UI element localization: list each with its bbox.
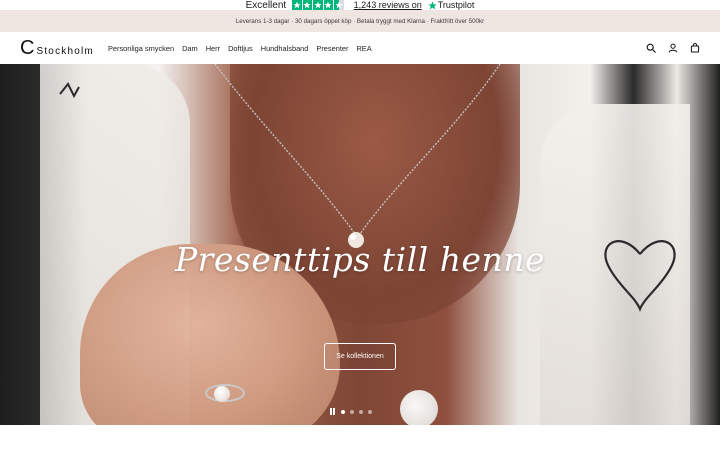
nav-item-herr[interactable]: Herr [206, 44, 220, 53]
slide-dot[interactable] [359, 409, 363, 414]
announcement-text: Leverans 1-3 dagar · 30 dagars öppet köp… [235, 17, 485, 25]
slide-dot[interactable] [350, 409, 354, 414]
star-icon [302, 0, 313, 10]
trustpilot-stars [292, 0, 344, 10]
logo-text: Stockholm [36, 46, 94, 57]
star-icon [313, 0, 323, 10]
site-logo[interactable]: C Stockholm [20, 38, 94, 58]
nav-item-personliga-smycken[interactable]: Personliga smycken [108, 44, 174, 53]
slide-dot[interactable] [341, 409, 345, 414]
trustpilot-rating-label: Excellent [245, 0, 287, 11]
hero-title: Presenttips till henne [174, 240, 546, 279]
pause-icon[interactable] [330, 408, 336, 415]
page-content-below [0, 425, 720, 450]
cart-icon[interactable] [690, 43, 700, 53]
site-header: C Stockholm Personliga smycken Dam Herr … [0, 32, 720, 64]
announcement-bar: Leverans 1-3 dagar · 30 dagars öppet köp… [0, 10, 720, 32]
nav-item-presenter[interactable]: Presenter [316, 44, 348, 53]
ring-pearl [214, 386, 230, 402]
star-icon [323, 0, 334, 10]
hero-banner[interactable]: Presenttips till henne Se kollektionen [0, 64, 720, 425]
trustpilot-reviews-link[interactable]: 1,243 reviews on [354, 0, 422, 10]
nav-item-dam[interactable]: Dam [182, 44, 198, 53]
trustpilot-star-icon [427, 0, 437, 9]
trustpilot-logo[interactable]: Trustpilot [427, 0, 475, 10]
main-nav: Personliga smycken Dam Herr Doftljus Hun… [108, 44, 372, 53]
account-icon[interactable] [668, 43, 678, 53]
shirt-button [400, 390, 438, 425]
nav-item-rea[interactable]: REA [356, 44, 371, 53]
half-star-icon [334, 0, 344, 10]
nav-item-hundhalsband[interactable]: Hundhalsband [261, 44, 309, 53]
header-icons [646, 43, 700, 53]
see-collection-button[interactable]: Se kollektionen [324, 343, 396, 370]
logo-mark: C [20, 37, 35, 59]
star-icon [292, 0, 302, 10]
trustpilot-bar[interactable]: Excellent 1,243 reviews on Trustpilot [0, 0, 720, 11]
search-icon[interactable] [646, 43, 656, 53]
slide-dot[interactable] [368, 409, 372, 414]
nav-item-doftljus[interactable]: Doftljus [228, 44, 253, 53]
slider-controls [330, 408, 372, 415]
trustpilot-brand: Trustpilot [437, 0, 475, 10]
